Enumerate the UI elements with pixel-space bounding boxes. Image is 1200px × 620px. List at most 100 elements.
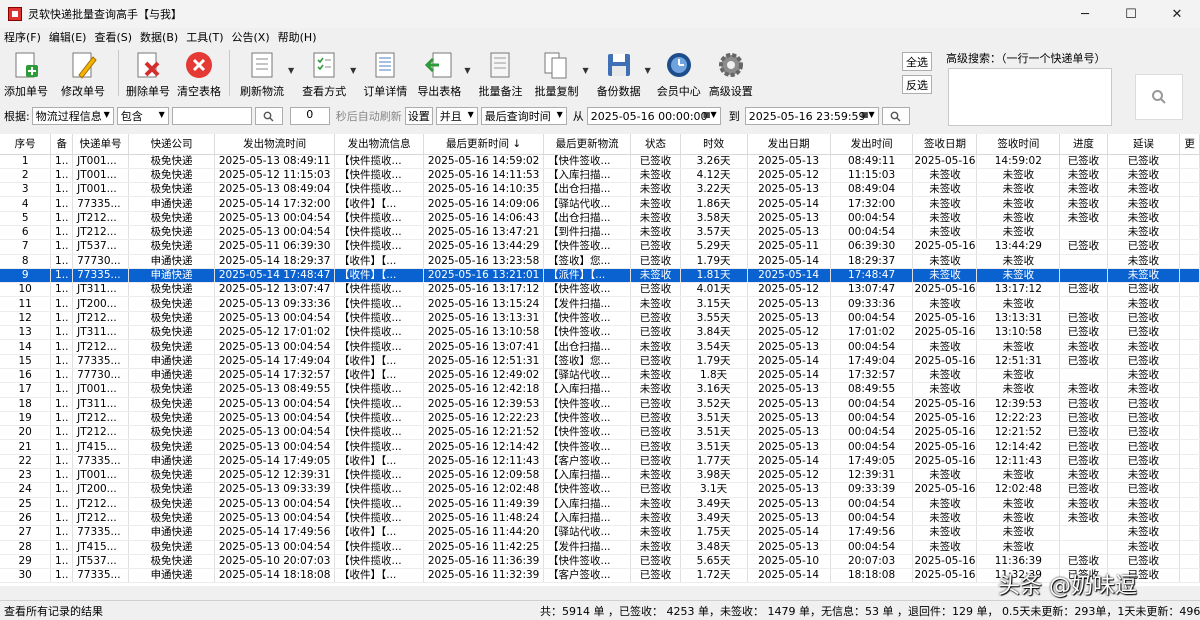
table-row[interactable]: 10 1.. JT311... 极免快递 2025-05-12 13:07:47 【快件揽… xyxy=(0,282,1200,298)
table-row[interactable]: 16 1.. 77730... 申通快递 2025-05-14 17:32:57 【收件】… xyxy=(0,368,1200,384)
refresh-settings-button[interactable]: 设置 xyxy=(404,107,433,125)
table-row[interactable]: 27 1.. 77335... 申通快递 2025-05-14 17:49:56 【收件】… xyxy=(0,525,1200,541)
table-row[interactable]: 11 1.. JT200... 极免快递 2025-05-13 09:33:36 【快件揽… xyxy=(0,296,1200,312)
advanced-settings-label: 高级设置 xyxy=(708,85,753,98)
table-row[interactable]: 9 1.. 77335... 申通快递 2025-05-14 17:48:47 【收件】【… xyxy=(0,268,1200,284)
column-header[interactable]: 时效 xyxy=(680,134,748,155)
close-button[interactable]: ✕ xyxy=(1154,0,1200,28)
table-row[interactable]: 24 1.. JT200... 极免快递 2025-05-13 09:33:39 【快件揽… xyxy=(0,482,1200,498)
table-row[interactable]: 14 1.. JT212... 极免快递 2025-05-13 00:04:54 【快件揽… xyxy=(0,339,1200,355)
table-row[interactable]: 18 1.. JT311... 极免快递 2025-05-13 00:04:54 【快件揽… xyxy=(0,397,1200,412)
column-header[interactable]: 发出日期 xyxy=(747,134,831,155)
table-row[interactable]: 15 1.. 77335... 申通快递 2025-05-14 17:49:04 【收件】… xyxy=(0,354,1200,369)
table-row[interactable]: 6 1.. JT212... 极免快递 2025-05-13 00:04:54 【快件揽收… xyxy=(0,225,1200,241)
table-row[interactable]: 25 1.. JT212... 极免快递 2025-05-13 00:04:54 【快件揽… xyxy=(0,497,1200,512)
table-cell: 未签收 xyxy=(1107,540,1181,555)
logic-select[interactable]: 并且 ▼ xyxy=(435,107,478,125)
time-field-select[interactable]: 最后查询时间 ▼ xyxy=(480,107,567,125)
menu-notice[interactable]: 公告(X) xyxy=(232,29,270,45)
refresh-button[interactable]: 刷新物流 xyxy=(234,46,290,102)
table-cell: JT212... xyxy=(72,497,129,512)
table-row[interactable]: 4 1.. 77335... 申通快递 2025-05-14 17:32:00 【收件】【… xyxy=(0,196,1200,212)
table-row[interactable]: 12 1.. JT212... 极免快递 2025-05-13 00:04:54 【快件揽… xyxy=(0,311,1200,327)
menu-help[interactable]: 帮助(H) xyxy=(278,29,317,45)
table-row[interactable]: 23 1.. JT001... 极免快递 2025-05-12 12:39:31 【快件揽… xyxy=(0,468,1200,484)
table-row[interactable]: 19 1.. JT212... 极免快递 2025-05-13 00:04:54 【快件揽… xyxy=(0,411,1200,427)
table-cell: 2025-05-12 11:15:03 xyxy=(214,168,336,184)
menu-program[interactable]: 程序(F) xyxy=(4,29,41,45)
menu-tools[interactable]: 工具(T) xyxy=(186,29,223,45)
table-row[interactable]: 13 1.. JT311... 极免快递 2025-05-12 17:01:02 【快件揽… xyxy=(0,325,1200,341)
table-cell: 12:14:42 xyxy=(976,439,1061,455)
table-cell: 未签收 xyxy=(912,468,978,484)
table-row[interactable]: 29 1.. JT537... 极免快递 2025-05-10 20:07:03 【快件揽… xyxy=(0,554,1200,570)
table-row[interactable]: 26 1.. JT212... 极免快递 2025-05-13 00:04:54 【快件揽… xyxy=(0,511,1200,527)
maximize-button[interactable]: ☐ xyxy=(1108,0,1154,28)
clear-table-button[interactable]: 清空表格 xyxy=(173,46,225,102)
column-header[interactable]: 最后更新时间 ↓ xyxy=(423,134,544,155)
member-center-button[interactable]: 会员中心 xyxy=(653,46,705,102)
table-row[interactable]: 17 1.. JT001... 极免快递 2025-05-13 08:49:55 【快件揽… xyxy=(0,382,1200,398)
refresh-seconds-input[interactable]: 0 xyxy=(289,107,330,125)
table-row[interactable]: 2 1.. JT001... 极免快递 2025-05-12 11:15:03 【快件揽收… xyxy=(0,168,1200,184)
menu-view[interactable]: 查看(S) xyxy=(94,29,132,45)
table-cell: 已签收 xyxy=(1107,411,1181,427)
batch-note-button[interactable]: 批量备注 xyxy=(472,46,528,102)
backup-button[interactable]: 备份数据 xyxy=(591,46,647,102)
minimize-button[interactable]: ─ xyxy=(1062,0,1108,28)
to-datetime-picker[interactable]: 2025-05-16 23:59:59 ▦▼ xyxy=(744,107,879,125)
filter-field-select[interactable]: 物流过程信息 ▼ xyxy=(31,107,114,125)
column-header[interactable]: 延误 xyxy=(1107,134,1181,155)
advanced-search-input[interactable] xyxy=(948,68,1112,126)
column-header[interactable]: 状态 xyxy=(630,134,681,155)
table-row[interactable]: 7 1.. JT537... 极免快递 2025-05-11 06:39:30 【快件揽收… xyxy=(0,239,1200,255)
table-row[interactable]: 3 1.. JT001... 极免快递 2025-05-13 08:49:04 【快件揽收… xyxy=(0,182,1200,198)
column-header[interactable]: 快递公司 xyxy=(128,134,216,155)
filter-search-button[interactable] xyxy=(254,107,283,125)
table-cell: 未签收 xyxy=(976,225,1061,241)
column-header[interactable]: 进度 xyxy=(1059,134,1108,155)
column-header[interactable]: 最后更新物流 xyxy=(543,134,632,155)
invert-selection-button[interactable]: 反选 xyxy=(902,75,932,94)
order-detail-button[interactable]: 订单详情 xyxy=(358,46,412,102)
add-button[interactable]: 添加单号 xyxy=(0,46,52,102)
column-header[interactable]: 签收日期 xyxy=(912,134,978,155)
table-cell: 极免快递 xyxy=(128,397,216,412)
floppy-disk-icon xyxy=(604,50,634,80)
column-header[interactable]: 更 xyxy=(1179,134,1200,155)
table-row[interactable]: 20 1.. JT212... 极免快递 2025-05-13 00:04:54 【快件揽… xyxy=(0,425,1200,441)
view-mode-button[interactable]: 查看方式 xyxy=(296,46,352,102)
table-row[interactable]: 8 1.. 77730... 申通快递 2025-05-14 18:29:37 【收件】【… xyxy=(0,254,1200,269)
menu-edit[interactable]: 编辑(E) xyxy=(49,29,87,45)
batch-copy-button[interactable]: 批量复制 xyxy=(528,46,584,102)
export-button[interactable]: 导出表格 xyxy=(412,46,466,102)
table-row[interactable]: 1 1.. JT001... 极免快递 2025-05-13 08:49:11 【快件揽收… xyxy=(0,154,1200,169)
table-row[interactable]: 28 1.. JT415... 极免快递 2025-05-13 00:04:54 【快件揽… xyxy=(0,540,1200,555)
advanced-settings-button[interactable]: 高级设置 xyxy=(705,46,757,102)
results-table[interactable]: 序号备快递单号 快递公司 发出物流时间 发出物流信息 最后更新时间 ↓ 最后更新物流 状态时… xyxy=(0,134,1200,586)
time-search-button[interactable] xyxy=(881,107,910,125)
table-row[interactable]: 5 1.. JT212... 极免快递 2025-05-13 00:04:54 【快件揽收… xyxy=(0,211,1200,226)
menu-data[interactable]: 数据(B) xyxy=(140,29,178,45)
from-datetime-picker[interactable]: 2025-05-16 00:00:00 ▦▼ xyxy=(586,107,721,125)
column-header[interactable]: 备 xyxy=(50,134,74,155)
table-cell: 未签收 xyxy=(1059,497,1108,512)
table-cell: 2025-05-13 xyxy=(747,425,831,441)
column-header[interactable]: 序号 xyxy=(0,134,52,155)
keyword-input[interactable] xyxy=(171,107,252,125)
table-row[interactable]: 22 1.. 77335... 申通快递 2025-05-14 17:49:05 【收件】… xyxy=(0,454,1200,470)
edit-button[interactable]: 修改单号 xyxy=(52,46,114,102)
table-cell: 已签收 xyxy=(630,239,681,255)
column-header[interactable]: 发出物流时间 xyxy=(214,134,336,155)
column-header[interactable]: 发出物流信息 xyxy=(334,134,425,155)
table-cell: 5 xyxy=(0,211,52,226)
column-header[interactable]: 发出时间 xyxy=(830,134,914,155)
column-header[interactable]: 签收时间 xyxy=(976,134,1061,155)
delete-button[interactable]: 删除单号 xyxy=(123,46,173,102)
match-type-select[interactable]: 包含 ▼ xyxy=(116,107,169,125)
column-header[interactable]: 快递单号 xyxy=(72,134,129,155)
select-all-button[interactable]: 全选 xyxy=(902,52,932,71)
advanced-search-button[interactable] xyxy=(1135,74,1183,120)
table-cell: 【快件揽收... xyxy=(334,482,425,498)
table-row[interactable]: 21 1.. JT415... 极免快递 2025-05-13 00:04:54 【快件揽… xyxy=(0,439,1200,455)
